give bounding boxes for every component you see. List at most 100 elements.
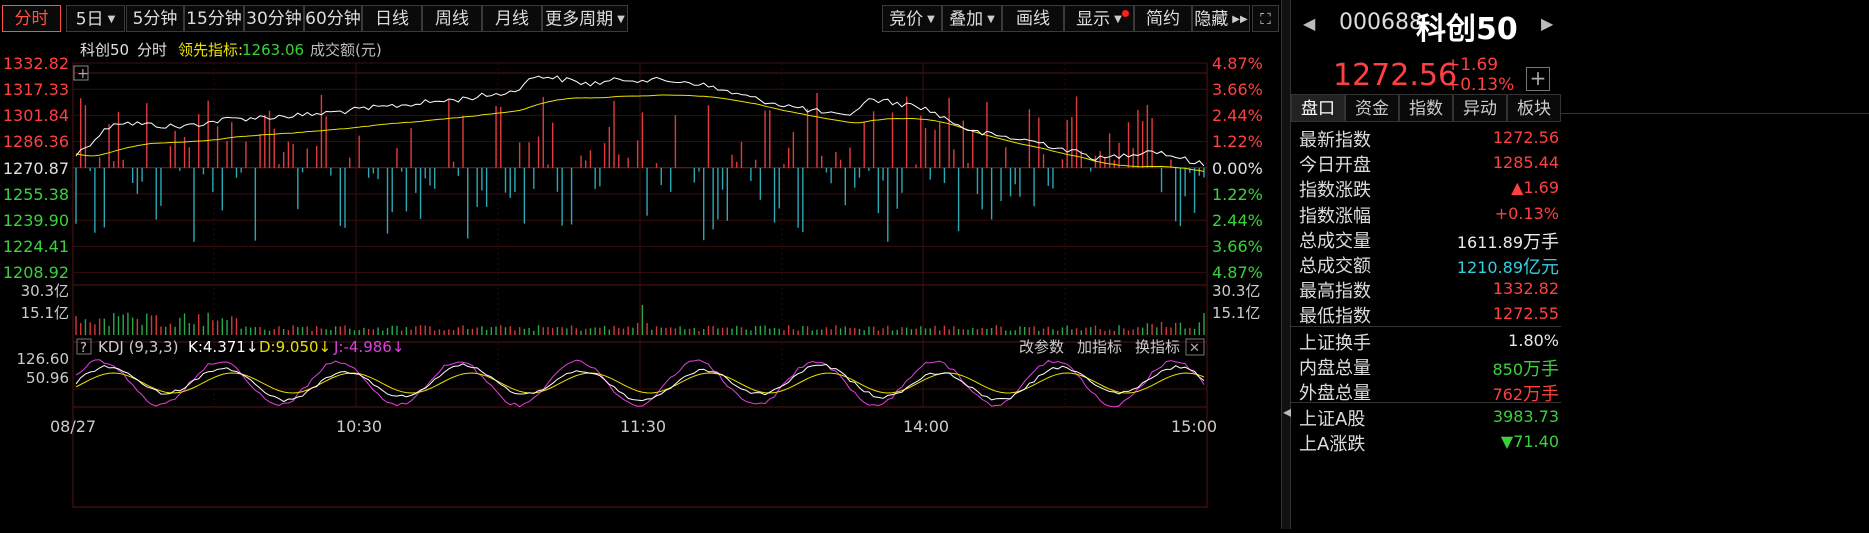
hide-button[interactable]: 隐藏 ▶▶ (1192, 5, 1250, 32)
pct-axis-right: 4.87% 3.66% 2.44% 1.22% 0.00% 1.22% 2.44… (1212, 54, 1263, 282)
quote-row-number: 1272.56 (1492, 128, 1559, 147)
chevron-down-icon: ▼ (107, 14, 116, 25)
quote-row: 上A涨跌 ▼71.40 (1291, 428, 1561, 456)
quote-row-label: 外盘总量 (1299, 382, 1371, 404)
kdj-tick-top: 126.60 (17, 350, 70, 368)
quote-row-unit: 万手 (1523, 383, 1559, 405)
volume-tick-top-left: 30.3亿 (21, 282, 69, 300)
kdj-k-value: K:4.371↓ (188, 338, 258, 356)
quote-row-value: +0.13% (1495, 203, 1559, 224)
chevron-down-icon: ▼ (1114, 14, 1122, 25)
quote-row-label: 上证换手 (1299, 332, 1371, 354)
panel-divider[interactable] (1281, 0, 1291, 529)
volume-tick-mid-right: 15.1亿 (1212, 304, 1260, 322)
quote-row-number: 1210.89 (1456, 257, 1523, 277)
quote-row: 总成交量 1611.89万手 (1291, 225, 1561, 253)
tab-orderbook[interactable]: 盘口 (1291, 94, 1345, 122)
tab-weekly[interactable]: 周线 (422, 5, 482, 32)
tab-30min[interactable]: 30分钟 (244, 5, 304, 32)
collapse-panel-icon[interactable]: ◀ (1283, 405, 1292, 435)
quote-row-number: 1611.89 (1456, 232, 1523, 252)
quote-row-label: 指数涨幅 (1299, 205, 1371, 227)
pct-tick-2: 2.44% (1212, 106, 1263, 125)
tab-anomaly[interactable]: 异动 (1453, 94, 1507, 122)
quote-row: 今日开盘 1285.44 (1291, 149, 1561, 177)
quote-row: 最低指数 1272.55 (1291, 300, 1561, 328)
quote-row: 指数涨幅 +0.13% (1291, 200, 1561, 227)
draw-line-button[interactable]: 画线 (1002, 5, 1064, 32)
quote-panel: ◀ 000688 科创50 ▶ 1272.56 +1.69 +0.13% + 盘口… (1291, 0, 1869, 529)
display-button[interactable]: 显示 ▼ (1064, 5, 1134, 32)
price-tick-3: 1286.36 (3, 132, 69, 151)
kdj-j-value: J:-4.986↓ (333, 338, 404, 356)
quote-row: 最高指数 1332.82 (1291, 275, 1561, 302)
price-tick-6: 1239.90 (3, 211, 69, 230)
quote-row-number: 1272.55 (1492, 304, 1559, 324)
quote-row-label: 今日开盘 (1299, 155, 1371, 177)
double-chevron-right-icon: ▶▶ (1232, 14, 1248, 25)
pct-tick-4: 0.00% (1212, 159, 1263, 178)
quote-row-number: 1.80% (1508, 330, 1559, 350)
quote-row-label: 上A涨跌 (1299, 434, 1366, 456)
chart-stock-name: 科创50 (80, 41, 129, 59)
tab-intraday[interactable]: 分时 (2, 5, 61, 32)
quote-row-value: 1285.44 (1493, 152, 1559, 173)
quote-row-value: 1272.55 (1493, 303, 1559, 324)
kdj-edit-params[interactable]: 改参数 (1019, 338, 1064, 356)
kdj-help-glyph: ? (80, 341, 87, 356)
add-watchlist-icon[interactable]: + (1526, 67, 1550, 91)
tab-more-periods[interactable]: 更多周期 ▼ (542, 5, 628, 32)
stock-name: 科创50 (1416, 12, 1518, 47)
pct-tick-3: 1.22% (1212, 132, 1263, 151)
time-tick-2: 11:30 (620, 417, 666, 436)
chart-mode-label: 分时 (137, 41, 167, 59)
price-tick-5: 1255.38 (3, 185, 69, 204)
quote-row-label: 总成交量 (1299, 230, 1371, 252)
time-tick-0: 08/27 (50, 417, 96, 436)
kdj-close-glyph: ✕ (1189, 341, 1200, 356)
quote-row: 上证A股 3983.73 (1291, 403, 1561, 430)
next-stock-icon[interactable]: ▶ (1541, 14, 1553, 33)
notification-dot (1122, 10, 1129, 17)
tab-15min[interactable]: 15分钟 (184, 5, 244, 32)
quote-row: 最新指数 1272.56 (1291, 124, 1561, 151)
overlay-button[interactable]: 叠加 ▼ (942, 5, 1002, 32)
tab-5day[interactable]: 5日 ▼ (66, 5, 125, 32)
quote-stats-group-1: 最新指数 1272.56 今日开盘 1285.44 指数涨跌 ▲1.69 指数涨幅 +0.13… (1291, 124, 1561, 328)
tab-monthly[interactable]: 月线 (482, 5, 542, 32)
quote-row: 外盘总量 762万手 (1291, 377, 1561, 405)
time-tick-3: 14:00 (903, 417, 949, 436)
intraday-chart-area[interactable]: 科创50 分时 领先指标: 1263.06 成交额(元) + 1332.82 1… (0, 37, 1281, 529)
quote-row-number: +0.13% (1494, 203, 1559, 223)
volume-label: 成交额(元) (310, 41, 382, 59)
time-tick-1: 10:30 (336, 417, 382, 436)
tab-capital[interactable]: 资金 (1345, 94, 1399, 122)
fullscreen-icon[interactable]: ⛶ (1252, 5, 1279, 32)
quote-row-value: ▲1.69 (1511, 177, 1559, 198)
chevron-down-icon: ▼ (987, 14, 995, 25)
intraday-chart-svg[interactable]: 科创50 分时 领先指标: 1263.06 成交额(元) + 1332.82 1… (0, 37, 1281, 529)
quote-row-label: 最新指数 (1299, 130, 1371, 151)
quote-row: 指数涨跌 ▲1.69 (1291, 174, 1561, 201)
last-price: 1272.56 (1333, 58, 1458, 93)
kdj-add-indicator[interactable]: 加指标 (1077, 338, 1122, 356)
time-tick-4: 15:00 (1171, 417, 1217, 436)
prev-stock-icon[interactable]: ◀ (1303, 14, 1315, 33)
tab-sector[interactable]: 板块 (1507, 94, 1561, 122)
leading-indicator-value: 1263.06 (242, 41, 304, 59)
price-tick-2: 1301.84 (3, 106, 69, 125)
price-tick-7: 1224.41 (3, 237, 69, 256)
quote-tabs: 盘口 资金 指数 异动 板块 (1291, 94, 1561, 122)
kdj-switch-indicator[interactable]: 换指标 (1135, 338, 1180, 356)
pct-tick-0: 4.87% (1212, 54, 1263, 73)
tab-index[interactable]: 指数 (1399, 94, 1453, 122)
simple-mode-button[interactable]: 简约 (1134, 5, 1192, 32)
auction-button[interactable]: 竞价 ▼ (882, 5, 942, 32)
quote-row-label: 最低指数 (1299, 306, 1371, 328)
quote-row: 上证换手 1.80% (1291, 327, 1561, 354)
tab-60min[interactable]: 60分钟 (304, 5, 362, 32)
tab-daily[interactable]: 日线 (362, 5, 422, 32)
quote-row-value: 1272.56 (1493, 127, 1559, 148)
tab-5min[interactable]: 5分钟 (126, 5, 184, 32)
quote-row-value: 3983.73 (1493, 406, 1559, 427)
